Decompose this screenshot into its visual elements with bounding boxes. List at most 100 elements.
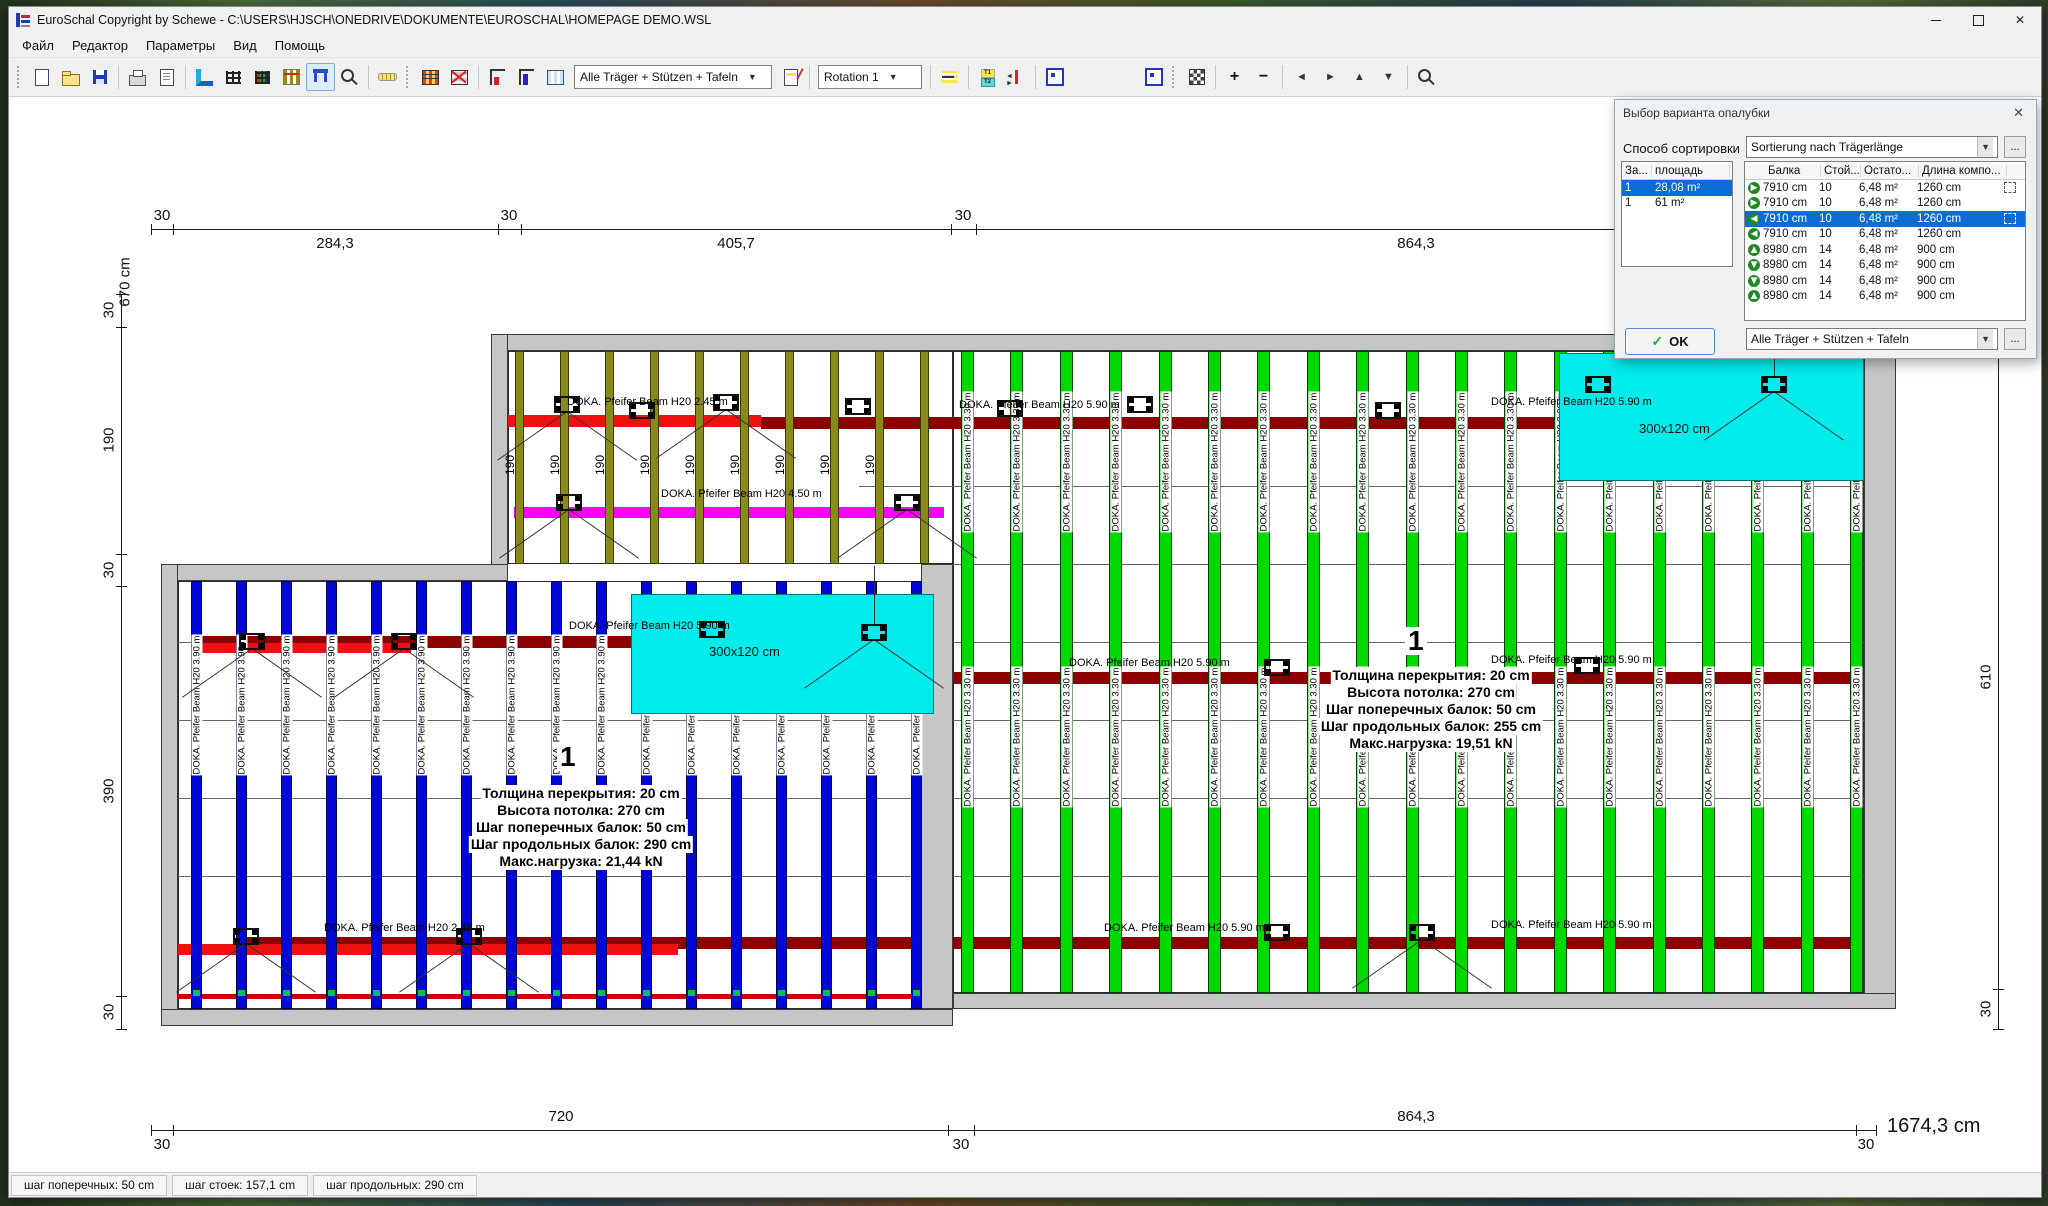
beam-name-label: DOKA. Pfeifer Beam H20 5.90 m [1491, 396, 1652, 408]
print-preview-button[interactable] [152, 63, 181, 91]
pan-left-button[interactable]: ◄ [1287, 63, 1316, 91]
new-file-icon [35, 69, 49, 86]
support-tool-button[interactable] [306, 63, 335, 91]
column-header[interactable]: Длина компо... [1919, 165, 2007, 177]
maximize-button[interactable] [1957, 7, 1999, 33]
prop-symbol[interactable] [391, 633, 417, 650]
variant-row[interactable]: 128,08 m² [1622, 180, 1732, 196]
pan-right-button[interactable]: ► [1316, 63, 1345, 91]
dialog-title-bar[interactable]: Выбор варианта опалубки ✕ [1615, 100, 2036, 126]
dialog-close-button[interactable]: ✕ [2009, 105, 2028, 121]
cell: 10 [1816, 228, 1856, 240]
olive-beam[interactable] [920, 351, 929, 564]
toolbar: Alle Träger + Stützen + Tafeln ▼ Rotatio… [9, 58, 2041, 97]
column-header[interactable]: Остато... [1861, 165, 1919, 177]
beam-variant-row[interactable]: ▲8980 cm146,48 m²900 cm [1745, 242, 2025, 258]
beam-foot-tick [778, 990, 785, 996]
stats-blue-button[interactable] [512, 63, 541, 91]
print-preview-icon [160, 69, 174, 86]
menu-help[interactable]: Помощь [266, 35, 334, 56]
rotation-combo[interactable]: Rotation 1 ▼ [818, 65, 922, 89]
wall-tool-button[interactable] [190, 63, 219, 91]
report-button[interactable] [776, 63, 805, 91]
beam-variant-row[interactable]: ◄7910 cm106,48 m²1260 cm [1745, 227, 2025, 243]
prop-symbol[interactable] [556, 494, 582, 511]
cell: 7910 cm [1760, 213, 1816, 225]
variants-table[interactable]: За...площадь 128,08 m²161 m² [1621, 161, 1733, 267]
beam-name-label: DOKA. Pfeifer Beam H20 3.30 m [1851, 667, 1862, 808]
beam-variant-row[interactable]: ▼8980 cm146,48 m²900 cm [1745, 258, 2025, 274]
zoom-out-button[interactable]: − [1249, 63, 1278, 91]
prop-symbol[interactable] [239, 633, 265, 650]
sort-more-button[interactable]: ... [2004, 136, 2026, 158]
beam-variant-row[interactable]: ▼8980 cm146,48 m²900 cm [1745, 273, 2025, 289]
zoom-window-button[interactable] [1412, 63, 1441, 91]
toolbar-grip[interactable] [1172, 66, 1178, 88]
ok-button[interactable]: ✓ OK [1625, 328, 1715, 355]
beam-variant-row[interactable]: ▲8980 cm146,48 m²900 cm [1745, 289, 2025, 305]
column-header[interactable]: Балка [1765, 165, 1821, 177]
prop-symbol[interactable] [1409, 924, 1435, 941]
zoom-tool-button[interactable] [335, 63, 364, 91]
variant-row[interactable]: 161 m² [1622, 196, 1732, 212]
new-file-button[interactable] [27, 63, 56, 91]
prop-symbol[interactable] [1264, 659, 1290, 676]
dimension-tick [1993, 989, 2004, 990]
stats-red-button[interactable] [483, 63, 512, 91]
menu-parameters[interactable]: Параметры [137, 35, 224, 56]
beam-variant-row[interactable]: ►7910 cm106,48 m²1260 cm [1745, 196, 2025, 212]
prop-symbol[interactable] [861, 624, 887, 641]
cell: 14 [1816, 275, 1856, 287]
beam-layout-tool-button[interactable] [277, 63, 306, 91]
prop-symbol[interactable] [1127, 396, 1153, 413]
status-prop-spacing: шаг стоек: 157,1 cm [172, 1175, 308, 1196]
print-button[interactable] [123, 63, 152, 91]
spacing-button[interactable] [1002, 63, 1031, 91]
toolbar-grip[interactable] [17, 66, 23, 88]
prop-symbol[interactable] [894, 494, 920, 511]
prop-symbol[interactable] [1264, 924, 1290, 941]
beams-table[interactable]: БалкаСтой...Остато...Длина компо... ►7910… [1744, 161, 2026, 321]
beam-types-button[interactable] [973, 63, 1002, 91]
toolbar-grip[interactable] [406, 66, 412, 88]
delete-table-button[interactable] [445, 63, 474, 91]
menu-editor[interactable]: Редактор [63, 35, 137, 56]
prop-symbol[interactable] [1761, 376, 1787, 393]
pan-down-button[interactable]: ▼ [1374, 63, 1403, 91]
formwork-panel[interactable] [1559, 353, 1864, 481]
material-list-button[interactable] [416, 63, 445, 91]
column-header[interactable]: За... [1622, 165, 1652, 177]
measure-tool-button[interactable] [373, 63, 402, 91]
grid-tool-button[interactable] [219, 63, 248, 91]
filter-combo[interactable]: Alle Träger + Stützen + Tafeln ▼ [1746, 328, 1998, 350]
minimize-button[interactable] [1915, 7, 1957, 33]
view-filter-combo[interactable]: Alle Träger + Stützen + Tafeln ▼ [574, 65, 772, 89]
formwork-panel[interactable] [631, 594, 934, 714]
colored-grid-tool-button[interactable] [248, 63, 277, 91]
beam-variant-row[interactable]: ◄7910 cm106,48 m²1260 cm [1745, 211, 2025, 227]
panel-select-button[interactable] [1040, 63, 1069, 91]
prop-symbol[interactable] [845, 398, 871, 415]
beam-name-label: DOKA. Pfeifer Beam H20 5.90 m [1491, 919, 1652, 931]
annotation-line: Шаг поперечных балок: 50 cm [474, 819, 688, 836]
prop-symbol[interactable] [1585, 376, 1611, 393]
panel-edit-button[interactable] [1139, 63, 1168, 91]
prop-symbol[interactable] [1375, 402, 1401, 419]
menu-file[interactable]: Файл [13, 35, 63, 56]
beam-variant-row[interactable]: ►7910 cm106,48 m²1260 cm [1745, 180, 2025, 196]
zoom-in-button[interactable]: + [1220, 63, 1249, 91]
save-button[interactable] [85, 63, 114, 91]
pattern-fill-button[interactable] [1182, 63, 1211, 91]
sort-combo[interactable]: Sortierung nach Trägerlänge ▼ [1746, 136, 1998, 158]
column-header[interactable]: площадь [1652, 165, 1730, 177]
filter-more-button[interactable]: ... [2004, 328, 2026, 350]
layers-button[interactable] [935, 63, 964, 91]
pan-up-button[interactable]: ▲ [1345, 63, 1374, 91]
menu-view[interactable]: Вид [224, 35, 266, 56]
open-file-button[interactable] [56, 63, 85, 91]
list-view-button[interactable] [541, 63, 570, 91]
close-button[interactable]: ✕ [1999, 7, 2041, 33]
prop-symbol[interactable] [233, 928, 259, 945]
column-header[interactable]: Стой... [1821, 165, 1861, 177]
beam-spacing-label: 190 [728, 455, 742, 475]
